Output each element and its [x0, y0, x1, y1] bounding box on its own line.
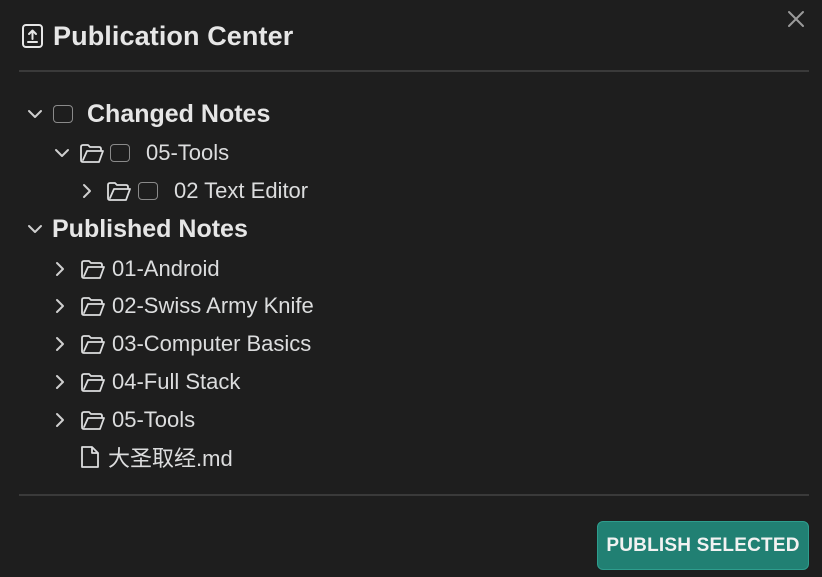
tree-item-04-full-stack[interactable]: 04-Full Stack	[51, 365, 240, 399]
folder-open-icon	[80, 333, 106, 355]
chevron-right-icon[interactable]	[51, 297, 69, 315]
tree-item-label: 大圣取经.md	[108, 446, 233, 471]
02-text-editor-checkbox[interactable]	[138, 182, 158, 200]
tree-item-md-file[interactable]: 大圣取经.md	[79, 440, 233, 474]
folder-open-icon	[80, 409, 106, 431]
chevron-down-icon[interactable]	[26, 220, 44, 238]
tree-item-02-swiss-army-knife[interactable]: 02-Swiss Army Knife	[51, 289, 314, 323]
chevron-right-icon[interactable]	[51, 373, 69, 391]
tree-item-label: 02-Swiss Army Knife	[112, 293, 314, 318]
tree-section-changed-notes[interactable]: Changed Notes	[26, 97, 270, 131]
folder-open-icon	[106, 180, 132, 202]
tree-item-label: 04-Full Stack	[112, 369, 241, 394]
folder-open-icon	[80, 258, 106, 280]
changed-05-tools-checkbox[interactable]	[110, 144, 130, 162]
dialog-header: Publication Center	[20, 16, 293, 56]
footer-divider	[19, 494, 809, 496]
chevron-right-icon[interactable]	[78, 182, 96, 200]
publication-center-dialog: Publication Center Changed Notes 05-Tool…	[0, 0, 822, 577]
upload-file-icon	[20, 23, 46, 49]
chevron-right-icon[interactable]	[51, 260, 69, 278]
section-label-published-notes: Published Notes	[52, 214, 248, 243]
chevron-right-icon[interactable]	[51, 335, 69, 353]
tree-item-label: 03-Computer Basics	[112, 331, 312, 356]
tree-item-label: 05-Tools	[112, 407, 196, 432]
tree-item-02-text-editor[interactable]: 02 Text Editor	[78, 174, 308, 208]
tree-section-published-notes[interactable]: Published Notes	[26, 212, 248, 246]
chevron-right-icon[interactable]	[51, 411, 69, 429]
folder-open-icon	[80, 371, 106, 393]
tree-item-label: 02 Text Editor	[174, 178, 309, 203]
tree-item-label: 01-Android	[112, 256, 220, 281]
dialog-title: Publication Center	[53, 20, 294, 51]
tree-item-changed-05-tools[interactable]: 05-Tools	[53, 136, 229, 170]
tree-item-01-android[interactable]: 01-Android	[51, 252, 220, 286]
folder-open-icon	[80, 295, 106, 317]
close-icon[interactable]	[784, 7, 808, 31]
tree-item-03-computer-basics[interactable]: 03-Computer Basics	[51, 327, 311, 361]
chevron-down-icon[interactable]	[26, 105, 44, 123]
folder-open-icon	[79, 142, 105, 164]
chevron-down-icon[interactable]	[53, 144, 71, 162]
file-icon	[79, 445, 101, 469]
header-divider	[19, 70, 809, 72]
section-label-changed-notes: Changed Notes	[87, 99, 271, 128]
tree-item-05-tools[interactable]: 05-Tools	[51, 403, 195, 437]
tree-item-label: 05-Tools	[146, 140, 230, 165]
changed-notes-checkbox[interactable]	[53, 105, 73, 123]
publish-selected-button[interactable]: PUBLISH SELECTED	[597, 521, 809, 570]
